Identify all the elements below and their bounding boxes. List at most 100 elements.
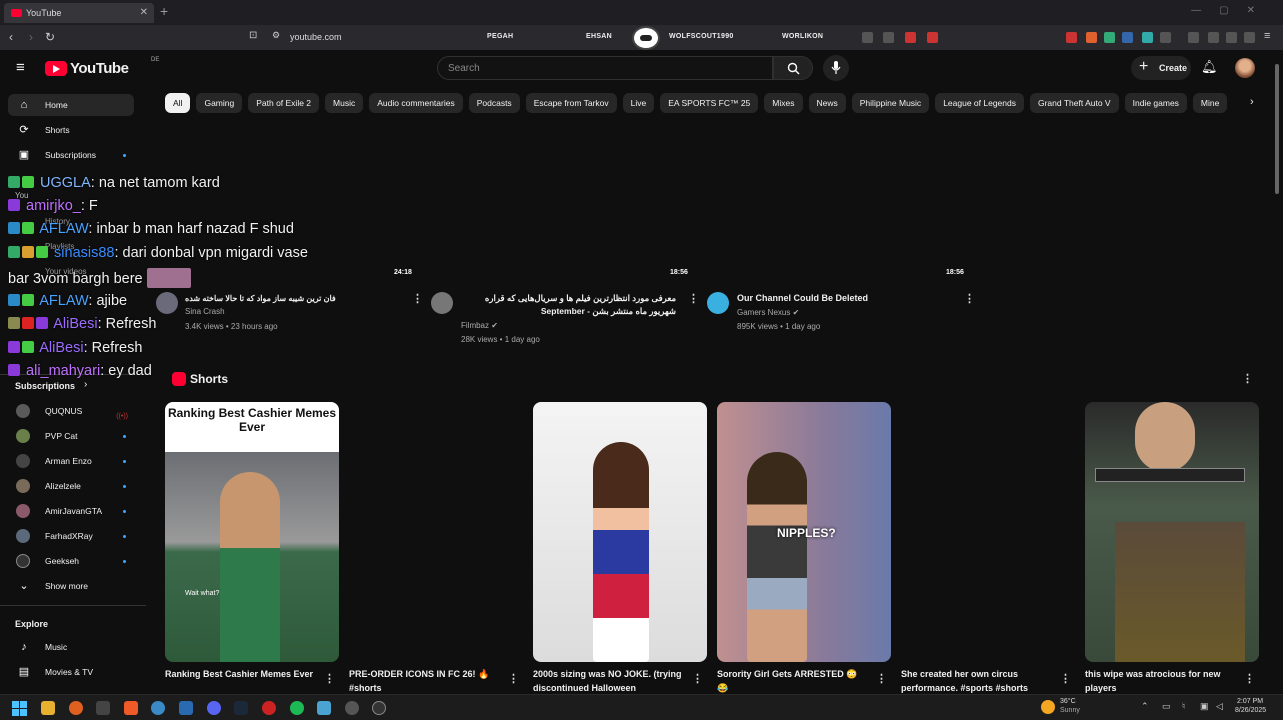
hamburger-menu-icon[interactable]: ≡ [16,59,25,76]
search-button[interactable] [773,56,813,80]
sidebar-item-subscription[interactable]: FarhadXRay [8,525,134,547]
sidebar-item-subscription[interactable]: Alizelzele [8,475,134,497]
channel-avatar[interactable] [156,292,178,314]
twitch-user-4[interactable]: WORLIKON [782,33,823,40]
sidebar-item-subscriptions[interactable]: ▣ Subscriptions [8,144,134,166]
short-title[interactable]: Ranking Best Cashier Memes Ever [165,667,315,694]
chip[interactable]: Live [622,93,655,113]
more-options-icon[interactable]: ⋮ [412,292,423,305]
tray-icon[interactable]: ▭ [1162,701,1171,712]
subscriptions-heading[interactable]: Subscriptions [15,381,75,391]
volume-icon[interactable]: ◁ [1216,701,1223,712]
chip[interactable]: News [808,93,846,113]
chip[interactable]: League of Legends [935,93,1024,113]
chip[interactable]: Mine [1192,93,1228,113]
short-thumbnail[interactable]: Ranking Best Cashier Memes Ever Wait wha… [165,402,339,662]
chip[interactable]: Philippine Music [851,93,930,113]
app-icon[interactable] [179,701,193,715]
browser-tab[interactable]: YouTube ✕ [4,3,154,23]
chip[interactable]: Escape from Tarkov [525,93,617,113]
short-thumbnail[interactable]: NIPPLES? [717,402,891,662]
back-icon[interactable]: ‹ [9,30,13,44]
sidebar-item-movies[interactable]: ▤ Movies & TV [8,661,134,683]
cast-icon[interactable] [862,32,873,43]
extension-icon[interactable] [1104,32,1115,43]
more-options-icon[interactable]: ⋮ [1242,372,1253,385]
video-title[interactable]: معرفی مورد انتظارترین فیلم ها و سریال‌ها… [461,292,676,318]
short-title[interactable]: PRE-ORDER ICONS IN FC 26! 🔥 #shorts [349,667,499,694]
short-thumbnail[interactable] [533,402,707,662]
twitch-user-2[interactable]: EHSAN [586,33,612,40]
channel-avatar[interactable] [431,292,453,314]
chevron-up-icon[interactable]: ⌃ [1141,701,1149,712]
share-icon[interactable] [883,32,894,43]
channel-name[interactable]: Filmbaz ✔ [461,319,498,333]
twitch-user-3[interactable]: WOLFSCOUT1990 [669,33,734,40]
weather-condition[interactable]: Sunny [1060,707,1080,714]
app-icon[interactable] [345,701,359,715]
temperature[interactable]: 36°C [1060,698,1076,705]
account-avatar[interactable] [1235,58,1255,78]
new-tab-icon[interactable]: + [160,3,168,19]
video-title[interactable]: Our Channel Could Be Deleted [737,292,952,305]
sidebar-item-subscription[interactable]: QUQNUS ((•)) [8,400,134,422]
chip[interactable]: Gaming [196,93,243,113]
bookmark-icon[interactable]: ⊡ [249,30,257,41]
extension-icon[interactable] [1066,32,1077,43]
close-tab-icon[interactable]: ✕ [140,3,148,23]
short-title[interactable]: 2000s sizing was NO JOKE. (trying discon… [533,667,683,694]
channel-avatar[interactable] [707,292,729,314]
twitch-user-1[interactable]: PEGAH [487,33,513,40]
forward-icon[interactable]: › [29,30,33,44]
app-icon[interactable] [151,701,165,715]
more-options-icon[interactable]: ⋮ [688,292,699,305]
spotify-icon[interactable] [290,701,304,715]
network-icon[interactable]: ▣ [1200,701,1209,712]
menu-icon[interactable]: ≡ [1264,30,1270,42]
show-more-button[interactable]: ⌄ Show more [8,575,134,597]
chip[interactable]: Music [325,93,364,113]
search-input[interactable]: Search [437,56,773,80]
channel-name[interactable]: Gamers Nexus ✔ [737,306,799,320]
discord-icon[interactable] [207,701,221,715]
short-title[interactable]: this wipe was atrocious for new players [1085,667,1235,694]
create-button[interactable]: + Create [1131,56,1191,80]
chip[interactable]: Grand Theft Auto V [1029,93,1119,113]
short-title[interactable]: She created her own circus performance. … [901,667,1051,694]
reload-icon[interactable]: ↻ [45,30,55,44]
more-options-icon[interactable]: ⋮ [1060,672,1071,685]
chip[interactable]: Audio commentaries [369,93,463,113]
more-options-icon[interactable]: ⋮ [876,672,887,685]
more-options-icon[interactable]: ⋮ [324,672,335,685]
chevron-right-icon[interactable]: › [1250,96,1254,108]
recorder-icon[interactable] [262,701,276,715]
url-field[interactable]: youtube.com [290,32,342,42]
window-controls[interactable]: —▢✕ [1191,5,1273,16]
more-options-icon[interactable]: ⋮ [964,292,975,305]
extension-icon[interactable] [1086,32,1097,43]
sidebar-toggle-icon[interactable] [1188,32,1199,43]
microphone-icon[interactable]: ♮ [1182,701,1185,712]
chip[interactable]: Path of Exile 2 [248,93,320,113]
brave-icon[interactable] [124,701,138,715]
extension-icon[interactable] [1142,32,1153,43]
sidebar-item-music[interactable]: ♪ Music [8,636,134,658]
sidebar-item-shorts[interactable]: ⟳ Shorts [8,119,134,141]
voice-search-button[interactable] [823,55,849,81]
sidebar-item-subscription[interactable]: Arman Enzo [8,450,134,472]
download-icon[interactable] [1226,32,1237,43]
app-icon[interactable] [372,701,386,715]
sidebar-item-subscription[interactable]: AmirJavanGTA [8,500,134,522]
notifications-bell-icon[interactable]: 🔔︎ [1201,59,1218,75]
chip[interactable]: EA SPORTS FC™ 25 [660,93,759,113]
channel-name[interactable]: Sina Crash [185,305,225,319]
firefox-icon[interactable] [69,701,83,715]
chip[interactable]: Mixes [764,93,803,113]
extension-icon[interactable] [1160,32,1171,43]
windows-start-icon[interactable] [12,701,27,716]
clock-time[interactable]: 2:07 PM [1237,698,1263,705]
scrollbar-thumb[interactable] [1275,64,1279,194]
short-title[interactable]: Sorority Girl Gets ARRESTED 😳😂 [717,667,867,694]
more-options-icon[interactable]: ⋮ [692,672,703,685]
clock-date[interactable]: 8/26/2025 [1235,707,1266,714]
